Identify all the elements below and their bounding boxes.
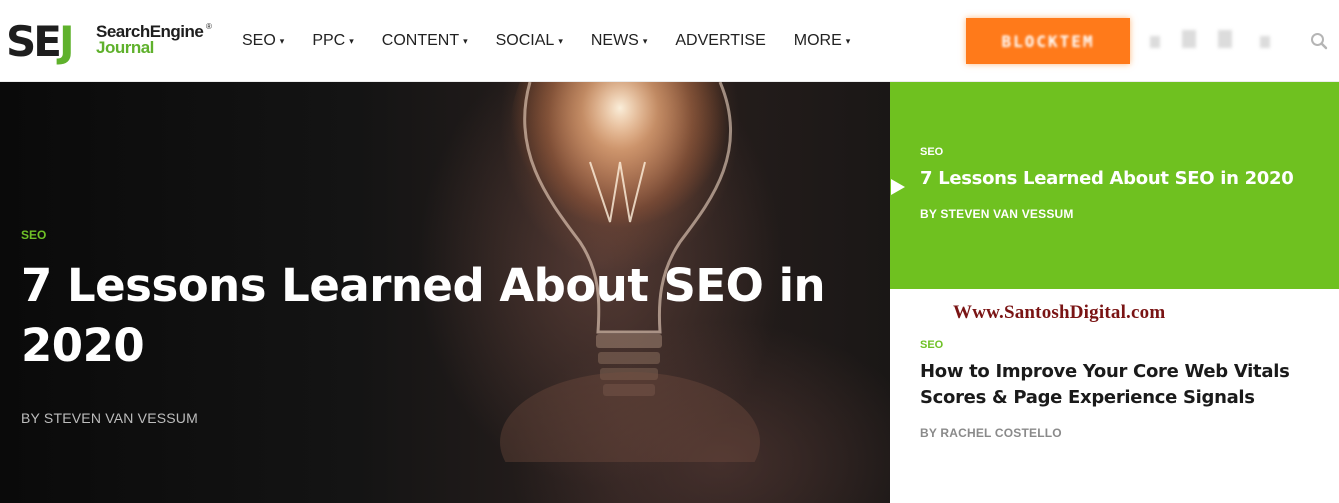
nav-item-advertise[interactable]: ADVERTISE <box>675 32 765 50</box>
logo-line-journal: Journal <box>96 38 154 57</box>
sidebar-article-title[interactable]: How to Improve Your Core Web Vitals Scor… <box>920 359 1330 411</box>
cta-button-label: BLOCKTEM <box>1001 31 1095 51</box>
nav-item-label: ADVERTISE <box>675 32 766 49</box>
featured-author[interactable]: BY STEVEN VAN VESSUM <box>920 207 1074 221</box>
logo-wordmark: SearchEngine Journal <box>96 23 204 57</box>
hero-category-tag[interactable]: SEO <box>21 228 46 242</box>
sidebar-article-category-tag[interactable]: SEO <box>920 339 943 351</box>
watermark-text: Www.SantoshDigital.com <box>953 302 1166 323</box>
cta-button[interactable]: BLOCKTEM <box>966 18 1130 64</box>
social-icon[interactable] <box>1218 30 1232 48</box>
nav-item-label: MORE <box>793 32 842 49</box>
sidebar-article-author[interactable]: BY RACHEL COSTELLO <box>920 426 1062 440</box>
chevron-down-icon: ▾ <box>279 35 285 46</box>
nav-item-ppc[interactable]: PPC ▾ <box>312 32 353 50</box>
featured-title[interactable]: 7 Lessons Learned About SEO in 2020 <box>920 168 1294 189</box>
hero-author[interactable]: BY STEVEN VAN VESSUM <box>21 410 198 426</box>
logo-mark: SEJ <box>6 17 75 66</box>
play-indicator-icon <box>891 179 905 195</box>
hero-article[interactable]: SEO 7 Lessons Learned About SEO in 2020 … <box>0 82 890 503</box>
registered-mark: ® <box>206 22 212 31</box>
nav-item-label: SEO <box>242 32 276 49</box>
chevron-down-icon: ▾ <box>642 35 648 46</box>
nav-item-seo[interactable]: SEO ▾ <box>242 32 284 50</box>
chevron-down-icon: ▾ <box>463 35 468 46</box>
site-logo[interactable]: SEJ SearchEngine Journal ® <box>6 18 221 66</box>
featured-category-tag[interactable]: SEO <box>920 146 943 158</box>
site-header: SEJ SearchEngine Journal ® SEO ▾ PPC ▾ CON… <box>0 0 1339 82</box>
main-nav: SEO ▾ PPC ▾ CONTENT ▾ SOCIAL ▾ NEWS ▾ ADVERTI… <box>242 0 878 82</box>
chevron-down-icon: ▾ <box>349 35 354 46</box>
chevron-down-icon: ▾ <box>558 35 563 46</box>
sidebar-featured-article[interactable]: SEO 7 Lessons Learned About SEO in 2020 … <box>890 82 1339 289</box>
chevron-down-icon: ▾ <box>845 35 851 46</box>
social-icons-blurred <box>1150 30 1292 48</box>
nav-item-social[interactable]: SOCIAL ▾ <box>496 32 563 50</box>
nav-item-label: CONTENT <box>381 32 460 49</box>
social-icon[interactable] <box>1150 36 1160 48</box>
social-icon[interactable] <box>1182 30 1196 48</box>
hero-title[interactable]: 7 Lessons Learned About SEO in 2020 <box>21 256 841 376</box>
nav-item-label: NEWS <box>590 32 639 49</box>
nav-item-content[interactable]: CONTENT ▾ <box>382 32 468 50</box>
search-icon[interactable] <box>1310 32 1328 50</box>
nav-item-label: SOCIAL <box>495 32 555 49</box>
logo-mark-j: J <box>58 17 75 66</box>
nav-item-label: PPC <box>312 32 346 49</box>
social-icon[interactable] <box>1260 36 1270 48</box>
nav-item-more[interactable]: MORE ▾ <box>794 32 851 50</box>
logo-mark-se: SE <box>6 17 62 66</box>
nav-item-news[interactable]: NEWS ▾ <box>591 32 648 50</box>
